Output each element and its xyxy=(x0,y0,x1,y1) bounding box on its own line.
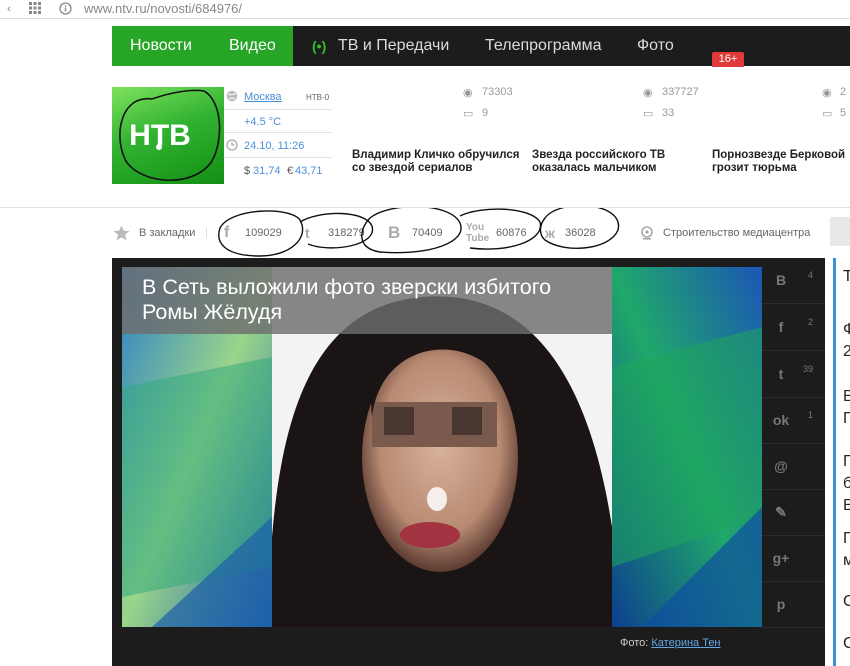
news-comments: 9 xyxy=(482,107,489,119)
eye-icon: ◉ xyxy=(822,87,832,99)
photo-credit-link[interactable]: Катерина Тен xyxy=(651,637,720,649)
youtube-icon[interactable]: You Tube xyxy=(466,208,489,258)
facebook-icon: f xyxy=(778,319,784,335)
ok-count: 36028 xyxy=(565,227,596,239)
bookmark-link[interactable]: В закладки xyxy=(139,208,195,258)
mail-icon: @ xyxy=(774,458,788,474)
side-share-count: 39 xyxy=(802,364,813,374)
news-title[interactable]: Порнозвезде Берковой грозит тюрьма xyxy=(712,149,850,175)
browser-address-bar: ‹ www.ntv.ru/novosti/684976/ xyxy=(0,0,850,19)
news-letter[interactable]: П xyxy=(843,530,850,548)
side-share-mail[interactable]: @ xyxy=(762,444,825,490)
photo-credit-label: Фото: xyxy=(620,637,649,649)
ok-icon: ok xyxy=(772,412,790,428)
back-icon[interactable]: ‹ xyxy=(2,2,16,16)
globe-icon xyxy=(226,90,238,105)
news-letter[interactable]: 2 xyxy=(843,343,850,361)
side-share-count: 4 xyxy=(807,270,813,280)
eur-rate: 43,71 xyxy=(295,165,323,177)
pinterest-icon: p xyxy=(776,596,786,612)
news-views: 337727 xyxy=(662,86,699,98)
divider: | xyxy=(205,227,208,239)
comment-icon: ▭ xyxy=(822,108,833,120)
page-info-icon[interactable] xyxy=(58,2,72,16)
google-plus-icon: g+ xyxy=(772,550,790,566)
vk-icon: B xyxy=(775,272,787,288)
comment-icon: ▭ xyxy=(643,108,654,120)
side-share-count: 1 xyxy=(807,410,813,420)
news-letter[interactable]: б xyxy=(843,475,850,493)
news-comments: 5 xyxy=(840,107,847,119)
usd-symbol: $ xyxy=(244,165,251,177)
side-share-gplus[interactable]: g+ xyxy=(762,536,825,582)
photo-caption: Фото: Катерина Тен xyxy=(620,637,721,649)
article-headline[interactable]: В Сеть выложили фото зверски избитого Ро… xyxy=(142,275,612,325)
nav-news[interactable]: Новости xyxy=(130,26,192,66)
news-title[interactable]: Звезда российского ТВ оказалась мальчико… xyxy=(532,149,702,175)
news-title[interactable]: Владимир Кличко обручился со звездой сер… xyxy=(352,149,522,175)
facebook-count: 109029 xyxy=(245,227,282,239)
news-letter[interactable]: Ф xyxy=(843,321,850,339)
news-letter[interactable]: Т xyxy=(843,268,850,286)
share-bar: В закладки | f 109029 t 318279 B 70409 Y… xyxy=(0,207,850,257)
side-share-blog[interactable]: ✎ xyxy=(762,490,825,536)
media-icon xyxy=(640,208,654,258)
vk-count: 70409 xyxy=(412,227,443,239)
vk-icon[interactable]: B xyxy=(388,208,400,258)
comment-icon: ▭ xyxy=(463,108,474,120)
divider xyxy=(224,157,332,158)
eur-symbol: € xyxy=(287,165,294,177)
youtube-count: 60876 xyxy=(496,227,527,239)
nav-photo[interactable]: Фото xyxy=(637,26,674,66)
right-news-column: Т Ф 2 В П П б В П м С С xyxy=(833,258,850,666)
side-share-ok[interactable]: ok 1 xyxy=(762,398,825,444)
media-link[interactable]: Строительство медиацентра xyxy=(663,208,810,258)
side-tab[interactable] xyxy=(830,217,850,246)
twitter-count: 318279 xyxy=(328,227,365,239)
news-views: 2 xyxy=(840,86,847,98)
news-letter[interactable]: В xyxy=(843,388,850,406)
news-letter[interactable]: С xyxy=(843,635,850,653)
headline-box: В Сеть выложили фото зверски избитого Ро… xyxy=(122,267,612,334)
facebook-icon[interactable]: f xyxy=(224,208,229,258)
ntv-logo[interactable]: НТВ xyxy=(112,87,224,184)
eye-icon: ◉ xyxy=(463,87,473,99)
news-letter[interactable]: П xyxy=(843,410,850,428)
news-letter[interactable]: С xyxy=(843,593,850,611)
clock-icon xyxy=(226,139,238,154)
news-views: 73303 xyxy=(482,86,513,98)
temperature: +4.5 °C xyxy=(244,116,282,128)
channel-label: НТВ-0 xyxy=(306,93,330,102)
city-link[interactable]: Москва xyxy=(244,91,282,103)
nav-tv-shows[interactable]: ТВ и Передачи xyxy=(338,26,449,66)
url-text[interactable]: www.ntv.ru/novosti/684976/ xyxy=(84,1,242,16)
side-share-facebook[interactable]: f2 xyxy=(762,305,825,351)
side-share-twitter[interactable]: t 39 xyxy=(762,352,825,398)
eye-icon: ◉ xyxy=(643,87,653,99)
usd-rate: 31,74 xyxy=(253,165,281,177)
news-letter[interactable]: В xyxy=(843,497,850,515)
divider xyxy=(224,109,332,110)
side-share-vk[interactable]: B4 xyxy=(762,258,825,304)
pencil-icon: ✎ xyxy=(775,504,787,520)
nav-tv-schedule[interactable]: Телепрограмма xyxy=(485,26,601,66)
news-comments: 33 xyxy=(662,107,675,119)
ok-icon[interactable]: ж xyxy=(545,208,555,258)
datetime: 24.10, 11:26 xyxy=(244,140,305,152)
side-share-pinterest[interactable]: p xyxy=(762,582,825,628)
star-icon[interactable] xyxy=(113,208,130,258)
apps-grid-icon[interactable] xyxy=(28,2,42,16)
live-icon: (•) xyxy=(312,38,327,54)
news-letter[interactable]: П xyxy=(843,453,850,471)
twitter-icon: t xyxy=(778,366,784,382)
age-rating-badge: 16+ xyxy=(712,52,744,67)
news-letter[interactable]: м xyxy=(843,552,850,570)
divider xyxy=(224,132,332,133)
nav-video[interactable]: Видео xyxy=(229,26,276,66)
twitter-icon[interactable]: t xyxy=(305,208,310,258)
side-share-count: 2 xyxy=(807,317,813,327)
